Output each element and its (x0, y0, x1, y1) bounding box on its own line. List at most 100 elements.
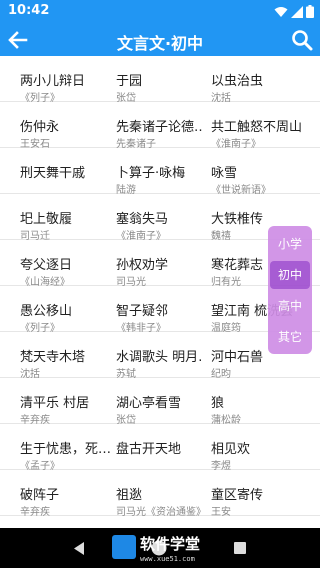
work-title: 水调歌头 明月… (116, 350, 202, 365)
work-author: 张岱 (116, 415, 136, 424)
work-author: 王安石 (20, 139, 50, 148)
work-author: 司马光 (116, 277, 146, 286)
work-item[interactable]: 夸父逐日 《山海经》 (20, 240, 110, 286)
work-item[interactable]: 智子疑邻 《韩非子》 (116, 286, 202, 332)
work-author: 沈括 (211, 93, 231, 102)
work-author: 《韩非子》 (116, 323, 166, 332)
work-title: 梵天寺木塔 (20, 350, 86, 365)
level-option[interactable]: 小学 (270, 230, 310, 258)
work-author: 王安 (211, 507, 231, 516)
work-author: 李煜 (211, 461, 231, 470)
work-author: 《列子》 (20, 323, 60, 332)
watermark-text: 软件学堂 (140, 535, 201, 553)
status-time: 10:42 (8, 3, 50, 18)
work-author: 苏轼 (116, 369, 136, 378)
grid-row: 伤仲永 王安石 先秦诸子论德… 先秦诸子 共工触怒不周山 《淮南子》 (0, 102, 320, 148)
work-item[interactable]: 愚公移山 《列子》 (20, 286, 110, 332)
work-author: 《列子》 (20, 93, 60, 102)
work-item[interactable]: 于园 张岱 (116, 56, 202, 102)
work-title: 智子疑邻 (116, 304, 169, 319)
work-item[interactable]: 共工触怒不周山《淮南子》 (211, 102, 311, 148)
work-title: 盘古开天地 (116, 442, 182, 457)
work-title: 生于忧患，死… (20, 442, 110, 457)
signal-icon (291, 5, 303, 18)
work-author: 辛弃疾 (20, 507, 50, 516)
nav-recent-icon[interactable] (233, 541, 247, 555)
work-item[interactable]: 圯上敬履 司马迁 (20, 194, 110, 240)
work-title: 伤仲永 (20, 120, 60, 135)
watermark-logo-icon (112, 535, 136, 559)
work-item[interactable]: 水调歌头 明月… 苏轼 (116, 332, 202, 378)
level-selector: 小学 初中 高中 其它 (268, 226, 312, 354)
work-author: 司马迁 (20, 231, 50, 240)
work-title: 咏雪 (211, 166, 238, 181)
app-bar: 文言文·初中 (0, 24, 320, 56)
work-item[interactable]: 生于忧患，死… 《孟子》 (20, 424, 110, 470)
work-item[interactable]: 破阵子 辛弃疾 (20, 470, 110, 516)
work-item[interactable]: 两小儿辩日 《列子》 (20, 56, 110, 102)
level-option[interactable]: 其它 (270, 323, 310, 351)
work-author: 《孟子》 (20, 461, 60, 470)
work-title: 寒花葬志 (211, 258, 264, 273)
work-author: 《山海经》 (20, 277, 70, 286)
work-item[interactable]: 狼蒲松龄 (211, 378, 311, 424)
work-author: 魏禧 (211, 231, 231, 240)
battery-icon (306, 5, 314, 18)
work-title: 卜算子·咏梅 (116, 166, 186, 181)
grid-row: 破阵子 辛弃疾 祖逖 司马光《资治通鉴》 童区寄传 王安 (0, 470, 320, 516)
work-author: 温庭筠 (211, 323, 241, 332)
work-item[interactable]: 伤仲永 王安石 (20, 102, 110, 148)
work-author: 陆游 (116, 185, 136, 194)
level-option[interactable]: 高中 (270, 292, 310, 320)
work-author: 先秦诸子 (116, 139, 156, 148)
work-title: 大铁椎传 (211, 212, 264, 227)
work-author: 《淮南子》 (211, 139, 261, 148)
work-title: 相见欢 (211, 442, 251, 457)
work-item[interactable]: 以虫治虫 沈括 (211, 56, 311, 102)
search-icon (292, 30, 313, 51)
work-author: 《世说新语》 (211, 185, 271, 194)
work-author: 辛弃疾 (20, 415, 50, 424)
work-title: 破阵子 (20, 488, 60, 503)
grid-row: 生于忧患，死… 《孟子》 盘古开天地 相见欢李煜 (0, 424, 320, 470)
work-author: 《淮南子》 (116, 231, 166, 240)
page-title: 文言文·初中 (116, 34, 204, 53)
work-item[interactable]: 刑天舞干戚 (20, 148, 110, 194)
work-item[interactable]: 清平乐 村居 辛弃疾 (20, 378, 110, 424)
status-bar: 10:42 (0, 0, 320, 24)
work-title: 先秦诸子论德… (116, 120, 202, 135)
watermark: 软件学堂 www.xue51.com (112, 529, 216, 567)
watermark-url: www.xue51.com (140, 555, 195, 563)
grid-row: 两小儿辩日 《列子》 于园 张岱 以虫治虫 沈括 (0, 56, 320, 102)
work-item[interactable]: 卜算子·咏梅陆游 (116, 148, 202, 194)
work-title: 于园 (116, 74, 143, 89)
work-item[interactable]: 孙权劝学 司马光 (116, 240, 202, 286)
work-title: 孙权劝学 (116, 258, 169, 273)
work-author: 沈括 (20, 369, 40, 378)
work-title: 夸父逐日 (20, 258, 73, 273)
work-title: 塞翁失马 (116, 212, 169, 227)
work-title: 童区寄传 (211, 488, 264, 503)
status-icons (274, 5, 314, 18)
work-item[interactable]: 相见欢 李煜 (211, 424, 311, 470)
work-title: 共工触怒不周山 (211, 120, 303, 135)
work-title: 祖逖 (116, 488, 143, 503)
work-item[interactable]: 先秦诸子论德… 先秦诸子 (116, 102, 202, 148)
work-title: 刑天舞干戚 (20, 166, 86, 181)
work-title: 圯上敬履 (20, 212, 73, 227)
work-title: 湖心亭看雪 (116, 396, 182, 411)
work-item[interactable]: 塞翁失马 《淮南子》 (116, 194, 202, 240)
work-title: 愚公移山 (20, 304, 73, 319)
work-author: 纪昀 (211, 369, 231, 378)
level-option[interactable]: 初中 (270, 261, 310, 289)
work-item[interactable]: 祖逖 司马光《资治通鉴》 (116, 470, 202, 516)
work-item[interactable]: 咏雪 《世说新语》 (211, 148, 311, 194)
work-item[interactable]: 童区寄传 王安 (211, 470, 311, 516)
work-item[interactable]: 梵天寺木塔 沈括 (20, 332, 110, 378)
work-title: 狼 (211, 396, 225, 411)
work-item[interactable]: 湖心亭看雪 张岱 (116, 378, 202, 424)
nav-back-icon[interactable] (72, 541, 86, 556)
search-button[interactable] (290, 28, 314, 52)
work-author: 张岱 (116, 93, 136, 102)
work-item[interactable]: 盘古开天地 (116, 424, 202, 470)
